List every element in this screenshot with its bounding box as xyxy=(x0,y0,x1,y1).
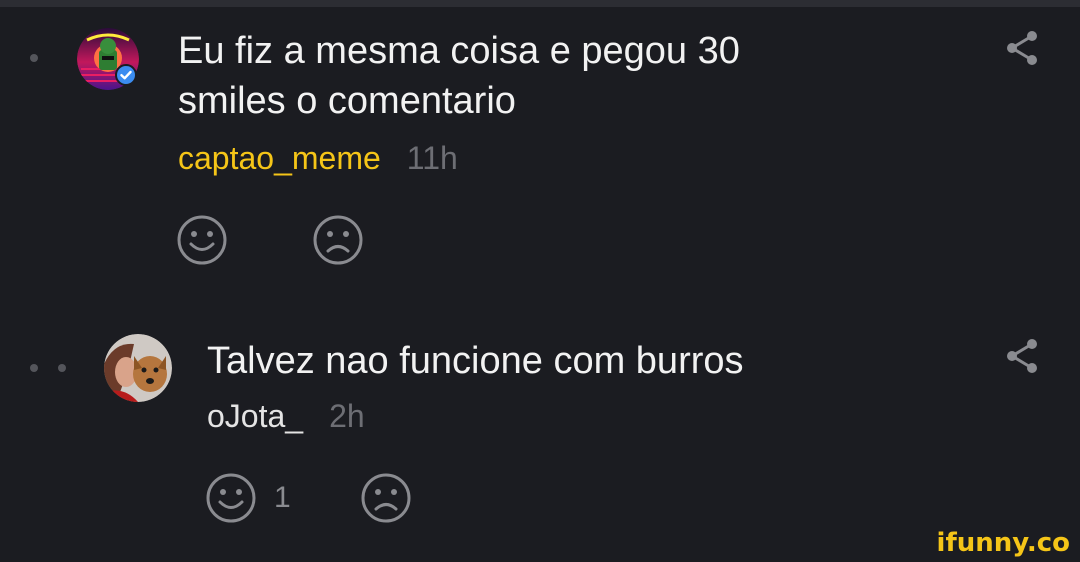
smile-count: 1 xyxy=(274,481,291,514)
username-link[interactable]: captao_meme xyxy=(178,140,381,176)
smile-button[interactable] xyxy=(205,472,257,524)
comment-text-line: Talvez nao funcione com burros xyxy=(207,340,744,382)
comment-meta: oJota_ 2h xyxy=(207,396,365,436)
avatar-image xyxy=(104,334,172,402)
timestamp: 11h xyxy=(406,140,458,176)
thread-depth-dot xyxy=(30,54,38,62)
comment-meta: captao_meme 11h xyxy=(178,138,458,178)
share-icon xyxy=(1007,339,1037,373)
unsmile-button[interactable] xyxy=(360,472,412,524)
comment-text-line: Eu fiz a mesma coisa e pegou 30 xyxy=(178,30,740,72)
comment-text: Eu fiz a mesma coisa e pegou 30 smiles o… xyxy=(178,26,740,126)
timestamp: 2h xyxy=(329,398,365,434)
share-button[interactable] xyxy=(1005,338,1039,374)
verified-badge-icon xyxy=(115,64,137,86)
thread-depth-dot xyxy=(58,364,66,372)
frown-icon xyxy=(313,215,363,265)
username-link[interactable]: oJota_ xyxy=(207,398,303,434)
share-icon xyxy=(1007,31,1037,65)
comment-text: Talvez nao funcione com burros xyxy=(207,336,744,386)
comment-text-line: smiles o comentario xyxy=(178,80,516,122)
smile-button[interactable] xyxy=(176,214,228,266)
ifunny-watermark: ifunny.co xyxy=(936,528,1070,558)
thread-depth-dot xyxy=(30,364,38,372)
share-button[interactable] xyxy=(1005,30,1039,66)
smile-icon xyxy=(177,215,227,265)
frown-icon xyxy=(361,473,411,523)
smile-icon xyxy=(206,473,256,523)
unsmile-button[interactable] xyxy=(312,214,364,266)
top-divider xyxy=(0,0,1080,7)
avatar-ojota[interactable] xyxy=(104,334,172,402)
